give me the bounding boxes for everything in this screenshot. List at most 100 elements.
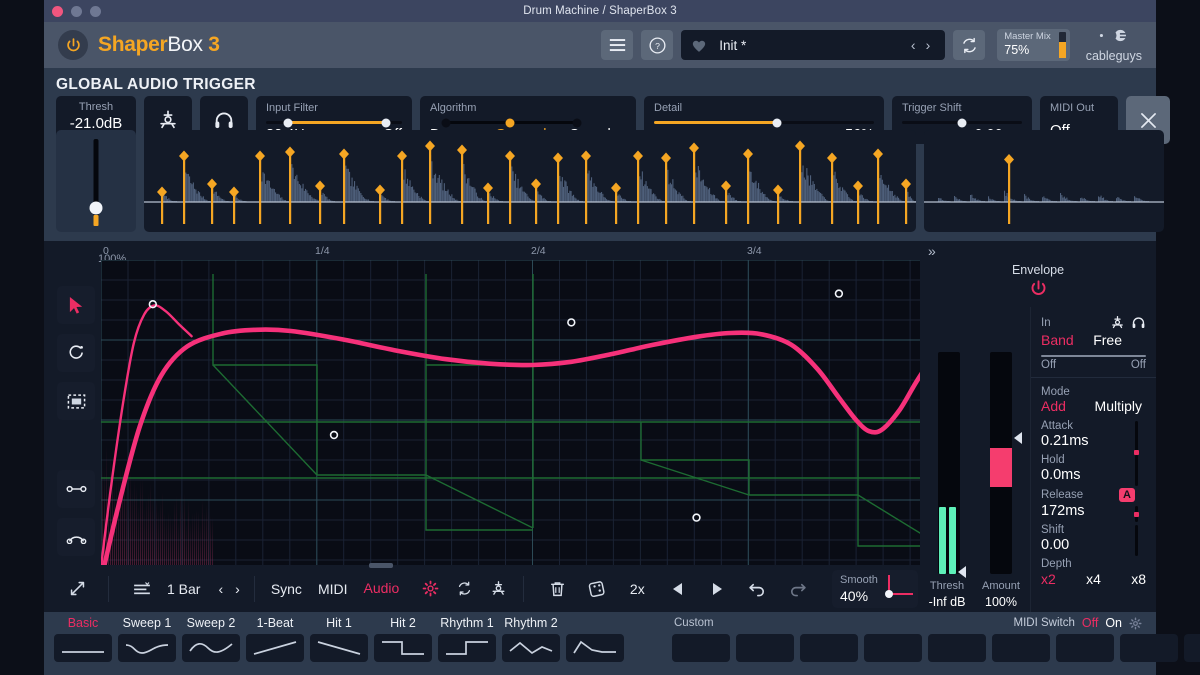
mode-multiply-option[interactable]: Multiply: [1095, 398, 1142, 414]
algorithm-knob-complex[interactable]: [573, 118, 582, 127]
thresh-slider-handle[interactable]: [90, 202, 103, 215]
length-prev-button[interactable]: ‹: [218, 581, 223, 597]
thresh-meter[interactable]: [938, 352, 960, 574]
custom-slot-9[interactable]: [1184, 634, 1200, 662]
custom-slot-7[interactable]: [1056, 634, 1114, 662]
in-band-option[interactable]: Band: [1041, 332, 1074, 348]
preset-slot-flat[interactable]: [54, 634, 112, 662]
release-auto-badge[interactable]: A: [1119, 488, 1135, 502]
amount-meter-handle[interactable]: [1014, 432, 1022, 444]
secondary-waveform-display[interactable]: [924, 130, 1164, 232]
custom-slot-8[interactable]: [1120, 634, 1178, 662]
shift-param[interactable]: Shift 0.00: [1041, 524, 1146, 553]
mode-add-option[interactable]: Add: [1041, 398, 1066, 414]
trigger-settings-button[interactable]: [413, 572, 447, 606]
thresh-vertical-slider[interactable]: [56, 130, 136, 232]
preset-label-hit-1[interactable]: Hit 1: [310, 616, 368, 630]
algorithm-knob-general[interactable]: [506, 118, 515, 127]
custom-slot-5[interactable]: [928, 634, 986, 662]
arc-tool[interactable]: [57, 518, 95, 556]
grid-length-icon-button[interactable]: [125, 572, 159, 606]
band-range-slider[interactable]: [1041, 355, 1146, 357]
trigger-shift-knob[interactable]: [958, 118, 967, 127]
main-menu-button[interactable]: [601, 30, 633, 60]
preset-next-button[interactable]: ›: [921, 37, 936, 53]
loop-button[interactable]: [447, 572, 481, 606]
curve-canvas[interactable]: [101, 260, 964, 580]
hold-slider[interactable]: [1135, 455, 1138, 486]
preset-slot-step-down[interactable]: [374, 634, 432, 662]
algorithm-slider[interactable]: [430, 121, 626, 124]
preset-reload-button[interactable]: [953, 30, 985, 60]
clear-button[interactable]: [540, 572, 574, 606]
redo-button[interactable]: [780, 572, 814, 606]
pointer-tool[interactable]: [57, 286, 95, 324]
depth-option-x2[interactable]: x2: [1041, 571, 1056, 587]
input-filter-slider[interactable]: [266, 121, 402, 124]
preset-slot-step-up[interactable]: [438, 634, 496, 662]
line-tool[interactable]: [57, 470, 95, 508]
custom-slot-3[interactable]: [800, 634, 858, 662]
in-free-option[interactable]: Free: [1093, 332, 1122, 348]
custom-slot-6[interactable]: [992, 634, 1050, 662]
input-filter-high-knob[interactable]: [381, 118, 390, 127]
close-window-button[interactable]: [52, 6, 63, 17]
preset-label-hit-2[interactable]: Hit 2: [374, 616, 432, 630]
shift-right-button[interactable]: [700, 572, 734, 606]
length-next-button[interactable]: ›: [235, 581, 240, 597]
depth-option-x8[interactable]: x8: [1131, 571, 1146, 587]
master-mix-slider[interactable]: [1059, 32, 1066, 58]
midi-switch-on-option[interactable]: On: [1105, 616, 1122, 630]
preset-label-1-beat[interactable]: 1-Beat: [246, 616, 304, 630]
midi-mode-button[interactable]: MIDI: [318, 581, 348, 597]
zoom-window-button[interactable]: [90, 6, 101, 17]
custom-slot-1[interactable]: [672, 634, 730, 662]
detail-slider[interactable]: [654, 121, 874, 124]
toolbar-trigger-button[interactable]: [481, 572, 515, 606]
hold-param[interactable]: Hold 0.0ms: [1041, 454, 1146, 483]
preset-label-basic[interactable]: Basic: [54, 616, 112, 630]
shift-left-button[interactable]: [660, 572, 694, 606]
pen-tool[interactable]: [57, 334, 95, 372]
envelope-power-button[interactable]: [1029, 279, 1048, 303]
smooth-control[interactable]: Smooth 40%: [832, 570, 918, 608]
custom-slot-2[interactable]: [736, 634, 794, 662]
select-tool[interactable]: [57, 382, 95, 420]
preset-slot-decay[interactable]: [566, 634, 624, 662]
minimize-window-button[interactable]: [71, 6, 82, 17]
main-waveform-display[interactable]: [144, 130, 916, 232]
randomize-button[interactable]: [580, 572, 614, 606]
sync-mode-button[interactable]: Sync: [271, 581, 302, 597]
algorithm-knob-drums[interactable]: [441, 118, 450, 127]
preset-label-rhythm-2[interactable]: Rhythm 2: [502, 616, 560, 630]
trigger-shift-slider[interactable]: [902, 121, 1022, 124]
preset-label-sweep-1[interactable]: Sweep 1: [118, 616, 176, 630]
heart-icon[interactable]: [691, 38, 707, 53]
attack-slider[interactable]: [1135, 421, 1138, 452]
preset-prev-button[interactable]: ‹: [906, 37, 921, 53]
sidebar-expand-button[interactable]: »: [928, 243, 936, 259]
detail-knob[interactable]: [773, 118, 782, 127]
headphones-icon[interactable]: [1131, 315, 1146, 330]
input-filter-low-knob[interactable]: [283, 118, 292, 127]
sidechain-input-icon[interactable]: [1110, 315, 1125, 330]
thresh-meter-handle[interactable]: [958, 566, 966, 578]
preset-slot-ramp-down[interactable]: [310, 634, 368, 662]
preset-slot-zigzag[interactable]: [502, 634, 560, 662]
gear-icon[interactable]: [1129, 617, 1142, 630]
custom-slot-4[interactable]: [864, 634, 922, 662]
preset-slot-ramp-up[interactable]: [246, 634, 304, 662]
master-mix-control[interactable]: Master Mix 75%: [997, 29, 1069, 61]
preset-slot-sine-up[interactable]: [182, 634, 240, 662]
grid-length-value[interactable]: 1 Bar: [167, 581, 200, 597]
help-button[interactable]: ?: [641, 30, 673, 60]
plugin-power-button[interactable]: [58, 30, 88, 60]
undo-button[interactable]: [740, 572, 774, 606]
audio-mode-button[interactable]: Audio: [364, 580, 400, 596]
multiplier-button[interactable]: 2x: [620, 572, 654, 606]
window-traffic-lights[interactable]: [52, 0, 101, 22]
midi-switch-off-option[interactable]: Off: [1082, 616, 1098, 630]
preset-label-rhythm-1[interactable]: Rhythm 1: [438, 616, 496, 630]
preset-label-sweep-2[interactable]: Sweep 2: [182, 616, 240, 630]
amount-meter[interactable]: [990, 352, 1012, 574]
